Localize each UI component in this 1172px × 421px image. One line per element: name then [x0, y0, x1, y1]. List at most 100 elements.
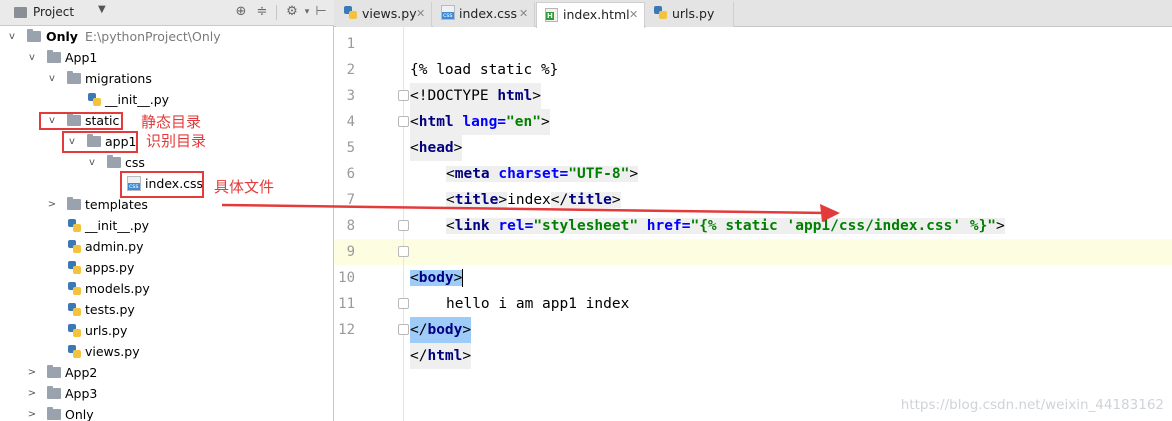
python-file-icon: [68, 282, 81, 295]
folder-icon: [47, 386, 61, 399]
chevron-down-icon[interactable]: v: [86, 152, 98, 173]
line-number: 7: [346, 192, 355, 208]
python-file-icon: [68, 261, 81, 274]
tab-label: urls.py: [672, 6, 715, 21]
python-file-icon: [68, 303, 81, 316]
tree-item-app3[interactable]: > App3: [0, 383, 334, 404]
line-number: 12: [338, 322, 355, 338]
tab-urls-py[interactable]: urls.py: [646, 2, 734, 27]
tree-item-init[interactable]: __init__.py: [0, 215, 334, 236]
tree-item-migrations[interactable]: v migrations: [0, 68, 334, 89]
hide-panel-icon[interactable]: ⊢: [312, 3, 330, 21]
tree-item-label: migrations: [85, 71, 152, 86]
close-icon[interactable]: ✕: [519, 2, 528, 26]
code-line: </head>: [334, 213, 1172, 265]
locate-target-icon[interactable]: ⊕: [232, 3, 250, 21]
code-line: <!DOCTYPE html>: [334, 57, 1172, 109]
project-panel-title[interactable]: Project: [33, 5, 74, 19]
fold-marker-icon[interactable]: [398, 220, 409, 231]
tree-item-css[interactable]: v css: [0, 152, 334, 173]
tree-item-admin[interactable]: admin.py: [0, 236, 334, 257]
close-icon[interactable]: ✕: [629, 3, 638, 27]
tree-item-tests[interactable]: tests.py: [0, 299, 334, 320]
folder-icon: [47, 407, 61, 420]
line-number: 4: [346, 114, 355, 130]
tab-index-css[interactable]: css index.css ✕: [433, 2, 535, 27]
tree-item-label: __init__.py: [85, 218, 150, 233]
code-line: <link rel="stylesheet" href="{% static '…: [446, 218, 1005, 234]
code-editor[interactable]: views.py ✕ css index.css ✕ H index.html …: [334, 0, 1172, 421]
tab-label: index.css: [459, 6, 518, 21]
tab-label: views.py: [362, 6, 417, 21]
chevron-down-icon[interactable]: v: [6, 26, 18, 47]
line-number: 6: [346, 166, 355, 182]
fold-marker-icon[interactable]: [398, 298, 409, 309]
tree-item-label: models.py: [85, 281, 150, 296]
tree-item-apps[interactable]: apps.py: [0, 257, 334, 278]
folder-icon: [47, 365, 61, 378]
code-area[interactable]: {% load static %} <!DOCTYPE html> <html …: [334, 27, 1172, 421]
tree-item-only[interactable]: > Only: [0, 404, 334, 421]
chevron-right-icon[interactable]: >: [26, 383, 38, 404]
code-line: hello i am app1 index: [334, 265, 1172, 312]
project-panel-header: Project ▼ ⊕ ≑ ⚙ ▾ ⊢: [0, 0, 334, 26]
editor-tab-bar: views.py ✕ css index.css ✕ H index.html …: [334, 0, 1172, 28]
tree-item-label: apps.py: [85, 260, 135, 275]
tree-item-app2[interactable]: > App2: [0, 362, 334, 383]
code-line: <head>: [334, 109, 1172, 161]
project-path: E:\pythonProject\Only: [84, 29, 221, 44]
tree-item-label: views.py: [85, 344, 140, 359]
tree-item-label: css: [125, 155, 145, 170]
python-file-icon: [68, 324, 81, 337]
tree-item-label: tests.py: [85, 302, 135, 317]
collapse-all-icon[interactable]: ≑: [253, 3, 271, 21]
tab-views-py[interactable]: views.py ✕: [336, 2, 432, 27]
code-line: {% load static %}: [334, 31, 1172, 78]
watermark: https://blog.csdn.net/weixin_44183162: [900, 397, 1164, 413]
chevron-down-icon[interactable]: v: [26, 47, 38, 68]
tree-item-migrations-init[interactable]: __init__.py: [0, 89, 334, 110]
annotation-static-note: 静态目录: [141, 113, 202, 131]
tab-index-html[interactable]: H index.html ✕: [536, 2, 645, 28]
fold-marker-icon[interactable]: [398, 246, 409, 257]
line-number: 3: [346, 88, 355, 104]
chevron-down-icon[interactable]: ▼: [98, 4, 106, 15]
tree-item-models[interactable]: models.py: [0, 278, 334, 299]
annotation-box-index-css: [120, 171, 204, 198]
chevron-right-icon[interactable]: >: [26, 362, 38, 383]
python-file-icon: [68, 240, 81, 253]
fold-marker-icon[interactable]: [398, 324, 409, 335]
tree-item-urls[interactable]: urls.py: [0, 320, 334, 341]
chevron-right-icon[interactable]: >: [46, 194, 58, 215]
line-number: 2: [346, 62, 355, 78]
line-number: 1: [346, 36, 355, 52]
code-line: <meta charset="UTF-8">: [446, 166, 639, 182]
line-number: 10: [338, 270, 355, 286]
code-line: </body>: [334, 291, 1172, 343]
tree-item-app1[interactable]: v App1: [0, 47, 334, 68]
tree-item-label: urls.py: [85, 323, 128, 338]
python-file-icon: [654, 6, 667, 19]
line-number: 8: [346, 218, 355, 234]
project-panel: Project ▼ ⊕ ≑ ⚙ ▾ ⊢ v Only E:\pythonProje…: [0, 0, 334, 421]
fold-marker-icon[interactable]: [398, 116, 409, 127]
fold-marker-icon[interactable]: [398, 90, 409, 101]
folder-icon: [67, 197, 81, 210]
folder-icon: [107, 155, 121, 168]
folder-icon: [27, 29, 41, 42]
tab-label: index.html: [563, 7, 630, 22]
line-number: 9: [346, 244, 355, 260]
code-tag: html: [427, 348, 463, 364]
css-file-icon: css: [441, 5, 455, 20]
tree-item-label: __init__.py: [105, 92, 170, 107]
chevron-down-icon[interactable]: v: [46, 68, 58, 89]
line-number-gutter: 1 2 3 4 5 6 7 8 9 10 11 12: [334, 27, 409, 421]
chevron-right-icon[interactable]: >: [26, 404, 38, 421]
close-icon[interactable]: ✕: [416, 2, 425, 26]
code-line-current: <body>: [334, 239, 1172, 287]
tree-item-label: Only: [65, 407, 94, 421]
annotation-box-app1: [62, 131, 138, 153]
tree-item-project-root[interactable]: v Only E:\pythonProject\Only: [0, 26, 334, 47]
python-file-icon: [88, 93, 101, 106]
tree-item-views[interactable]: views.py: [0, 341, 334, 362]
